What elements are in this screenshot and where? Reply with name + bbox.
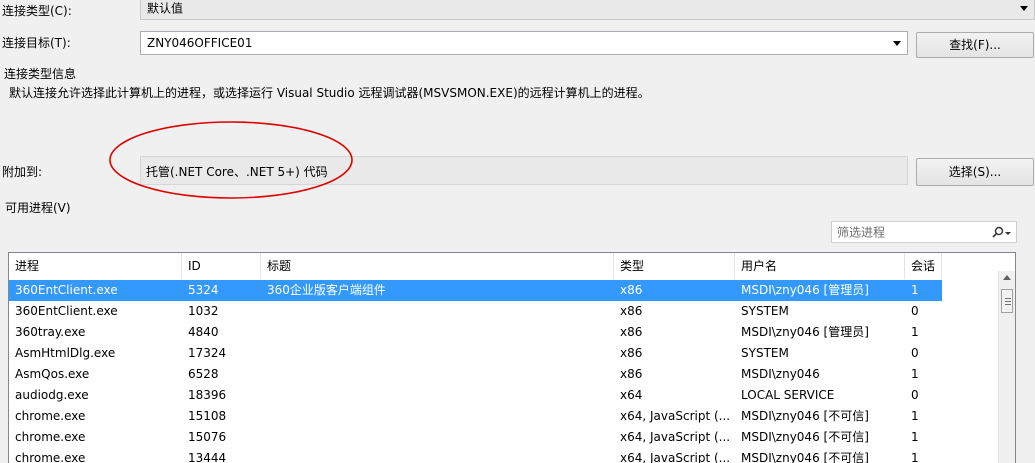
connection-target-label: 连接目标(T):	[2, 36, 71, 50]
cell-user: MSDI\zny046 [管理员]	[741, 325, 869, 339]
cell-id: 4840	[188, 325, 219, 339]
cell-type: x64, JavaScript (...	[620, 409, 731, 423]
table-row[interactable]: 360EntClient.exe 5324 360企业版客户端组件 x86 MSDI\z…	[9, 280, 942, 301]
cell-id: 18396	[188, 388, 227, 402]
connection-info-text: 默认连接允许选择此计算机上的进程，或选择运行 Visual Studio 远程调…	[9, 86, 650, 100]
cell-session: 0	[911, 388, 919, 402]
cell-session: 0	[911, 304, 919, 318]
cell-session: 1	[911, 325, 919, 339]
table-row[interactable]: 360EntClient.exe 1032 x86 SYSTEM 0	[9, 301, 942, 322]
cell-title: 360企业版客户端组件	[267, 283, 386, 297]
annotation-circle	[109, 121, 353, 199]
filter-processes-input[interactable]: 筛选进程	[831, 221, 1017, 243]
connection-type-combo[interactable]: 默认值	[140, 0, 1035, 20]
table-row[interactable]: 360tray.exe 4840 x86 MSDI\zny046 [管理员] 1	[9, 322, 942, 343]
cell-id: 15076	[188, 430, 227, 444]
cell-type: x64	[620, 388, 643, 402]
cell-process: chrome.exe	[15, 409, 86, 423]
vertical-scrollbar[interactable]	[998, 271, 1015, 463]
connection-target-value: ZNY046OFFICE01	[147, 36, 253, 50]
scroll-up-icon[interactable]	[1003, 275, 1011, 280]
cell-id: 5324	[188, 283, 219, 297]
table-row[interactable]: AsmQos.exe 6528 x86 MSDI\zny046 1	[9, 364, 942, 385]
cell-type: x86	[620, 325, 643, 339]
cell-title	[261, 406, 614, 427]
cell-id: 6528	[188, 367, 219, 381]
cell-id: 13444	[188, 451, 227, 463]
cell-type: x86	[620, 283, 643, 297]
cell-session: 1	[911, 283, 919, 297]
cell-process: AsmHtmlDlg.exe	[15, 346, 116, 360]
column-header-type[interactable]: 类型	[614, 253, 735, 279]
cell-session: 1	[911, 367, 919, 381]
column-header-user[interactable]: 用户名	[735, 253, 905, 279]
cell-title	[261, 427, 614, 448]
chevron-down-icon	[893, 41, 901, 46]
cell-user: MSDI\zny046 [不可信]	[741, 430, 869, 444]
table-row[interactable]: chrome.exe 15076 x64, JavaScript (... MSDI\…	[9, 427, 942, 448]
process-table[interactable]: 进程 ID 标题 类型 用户名 会话 360EntClient.exe 5324 3…	[8, 252, 1016, 463]
cell-process: 360tray.exe	[15, 325, 86, 339]
cell-type: x64, JavaScript (...	[620, 430, 731, 444]
available-processes-label: 可用进程(V)	[5, 201, 71, 215]
table-row[interactable]: chrome.exe 13444 x64, JavaScript (... MSDI\…	[9, 448, 942, 463]
cell-id: 1032	[188, 304, 219, 318]
cell-type: x86	[620, 346, 643, 360]
connection-target-combo[interactable]: ZNY046OFFICE01	[140, 31, 908, 55]
cell-process: audiodg.exe	[15, 388, 89, 402]
column-header-title[interactable]: 标题	[261, 253, 614, 279]
search-icon[interactable]	[990, 226, 1012, 240]
cell-user: MSDI\zny046 [不可信]	[741, 409, 869, 423]
cell-process: chrome.exe	[15, 430, 86, 444]
cell-session: 0	[911, 346, 919, 360]
cell-title	[261, 322, 614, 343]
cell-title	[261, 364, 614, 385]
column-header-session[interactable]: 会话	[905, 253, 942, 279]
cell-process: chrome.exe	[15, 451, 86, 463]
find-button[interactable]: 查找(F)...	[916, 32, 1034, 58]
cell-user: SYSTEM	[741, 346, 789, 360]
cell-type: x86	[620, 367, 643, 381]
cell-session: 1	[911, 430, 919, 444]
attach-to-label: 附加到:	[2, 165, 43, 179]
table-row[interactable]: AsmHtmlDlg.exe 17324 x86 SYSTEM 0	[9, 343, 942, 364]
cell-session: 1	[911, 409, 919, 423]
connection-info-heading: 连接类型信息	[4, 67, 77, 81]
select-button[interactable]: 选择(S)...	[916, 158, 1034, 186]
table-row[interactable]: audiodg.exe 18396 x64 LOCAL SERVICE 0	[9, 385, 942, 406]
cell-title	[261, 385, 614, 406]
column-header-process[interactable]: 进程	[9, 253, 182, 279]
process-table-header: 进程 ID 标题 类型 用户名 会话	[9, 253, 1015, 279]
cell-session: 1	[911, 451, 919, 463]
cell-process: AsmQos.exe	[15, 367, 90, 381]
filter-placeholder: 筛选进程	[837, 225, 886, 240]
connection-type-value: 默认值	[147, 1, 184, 16]
column-header-id[interactable]: ID	[182, 253, 261, 279]
cell-id: 15108	[188, 409, 227, 423]
cell-process: 360EntClient.exe	[15, 283, 118, 297]
cell-title	[261, 301, 614, 322]
cell-type: x64, JavaScript (...	[620, 451, 731, 463]
cell-user: MSDI\zny046	[741, 367, 820, 381]
cell-id: 17324	[188, 346, 227, 360]
chevron-down-icon	[1020, 6, 1028, 11]
cell-title	[261, 343, 614, 364]
cell-type: x86	[620, 304, 643, 318]
cell-user: LOCAL SERVICE	[741, 388, 835, 402]
cell-user: MSDI\zny046 [管理员]	[741, 283, 869, 297]
cell-user: SYSTEM	[741, 304, 789, 318]
connection-type-label: 连接类型(C):	[2, 4, 72, 18]
cell-process: 360EntClient.exe	[15, 304, 118, 318]
cell-user: MSDI\zny046 [不可信]	[741, 451, 869, 463]
table-row[interactable]: chrome.exe 15108 x64, JavaScript (... MSDI\…	[9, 406, 942, 427]
cell-title	[261, 448, 614, 463]
scrollbar-thumb[interactable]	[1001, 289, 1013, 313]
